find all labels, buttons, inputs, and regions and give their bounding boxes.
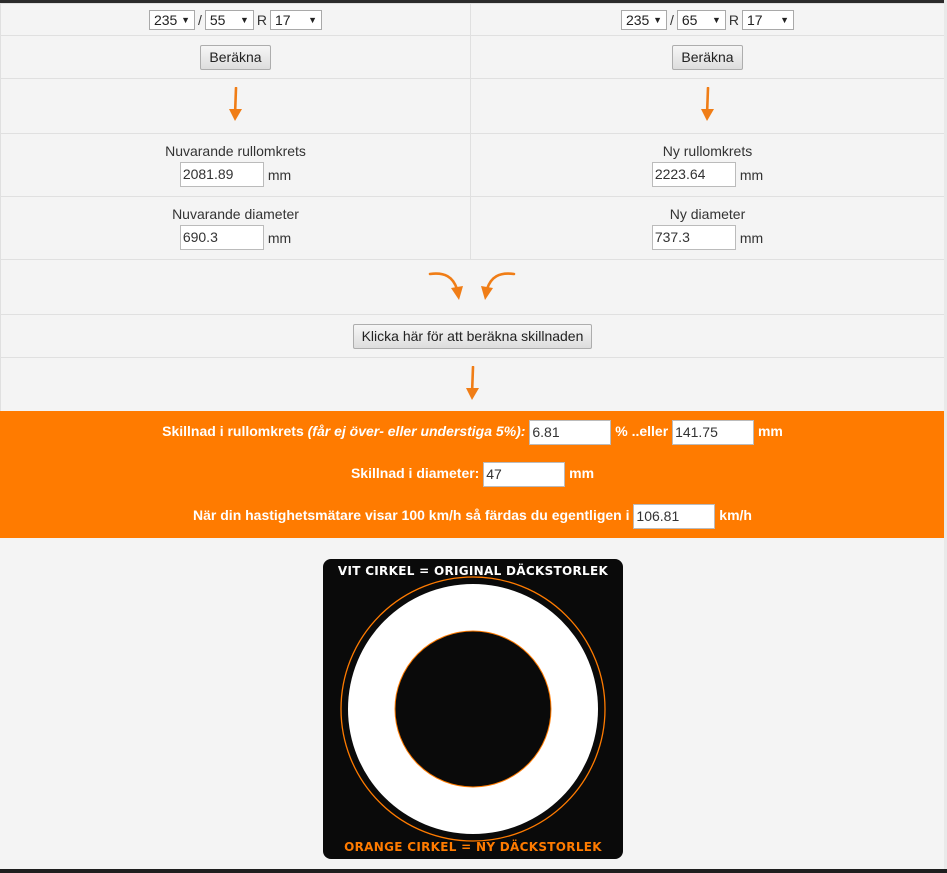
chevron-down-icon: ▼ (181, 14, 190, 25)
unit-label: mm (267, 229, 292, 246)
diff-button-cell: Klicka här för att beräkna skillnaden (0, 314, 945, 358)
diameter-diff-line: Skillnad i diameter: 47 mm (0, 462, 945, 487)
left-profile-select[interactable]: 55 ▼ (204, 9, 254, 30)
right-width-select[interactable]: 235 ▼ (620, 9, 667, 30)
calculate-difference-button[interactable]: Klicka här för att beräkna skillnaden (352, 323, 593, 349)
rim-prefix: R (256, 11, 267, 28)
mm-unit: mm (757, 423, 783, 440)
left-arrow-cell (0, 78, 471, 134)
tire-calculator-table: 235 ▼/55 ▼ R 17 ▼ 235 ▼/65 ▼ R 17 ▼ Beräkna Beräkn… (0, 3, 945, 413)
rim-prefix: R (728, 11, 739, 28)
chevron-down-icon: ▼ (711, 14, 721, 25)
new-circumference-label: Ny rullomkrets (662, 143, 753, 159)
unit-label: mm (739, 166, 764, 183)
mm-unit: mm (569, 465, 595, 482)
circumference-diff-line: Skillnad i rullomkrets (får ej över- ell… (0, 420, 945, 445)
chevron-down-icon: ▼ (308, 14, 317, 25)
circumference-diff-percent-field[interactable]: 6.81 (529, 420, 612, 445)
right-rim-select[interactable]: 17 ▼ (742, 9, 794, 30)
new-circumference-field[interactable]: 2223.64 (651, 162, 736, 187)
rim-circle (394, 630, 552, 788)
new-diameter-label: Ny diameter (669, 206, 746, 222)
actual-speed-field[interactable]: 106.81 (633, 504, 716, 529)
current-diameter-label: Nuvarande diameter (172, 206, 299, 222)
unit-label: mm (267, 166, 292, 183)
left-calc-cell: Beräkna (0, 35, 471, 79)
circumference-diff-note: (får ej över- eller understiga 5%): (307, 423, 526, 440)
arrow-down-icon (228, 86, 242, 121)
tire-circles (340, 576, 606, 842)
results-panel: Skillnad i rullomkrets (får ej över- ell… (0, 411, 945, 538)
right-profile-select[interactable]: 65 ▼ (676, 9, 726, 30)
diameter-diff-field[interactable]: 47 (483, 462, 566, 487)
left-circumference-cell: Nuvarande rullomkrets 2081.89 mm (0, 133, 471, 197)
current-circumference-label: Nuvarande rullomkrets (165, 143, 306, 159)
chevron-down-icon: ▼ (239, 14, 249, 25)
right-size-selectors: 235 ▼/65 ▼ R 17 ▼ (470, 3, 945, 36)
circumference-diff-label: Skillnad i rullomkrets (162, 423, 304, 440)
result-arrow-cell (0, 357, 945, 413)
new-diameter-field[interactable]: 737.3 (651, 225, 736, 250)
tire-size-illustration: VIT CIRKEL = ORIGINAL DÄCKSTORLEK ORANGE… (323, 559, 623, 859)
left-rim-select[interactable]: 17 ▼ (270, 9, 322, 30)
arrow-down-icon (700, 86, 714, 121)
left-width-select[interactable]: 235 ▼ (148, 9, 195, 30)
right-calculate-button[interactable]: Beräkna (672, 44, 743, 70)
bottom-frame-border (0, 869, 947, 873)
speed-unit: km/h (719, 507, 752, 524)
speed-line: När din hastighetsmätare visar 100 km/h … (0, 504, 945, 529)
speed-label: När din hastighetsmätare visar 100 km/h … (193, 507, 630, 524)
chevron-down-icon: ▼ (780, 14, 789, 25)
left-size-selectors: 235 ▼/55 ▼ R 17 ▼ (0, 3, 471, 36)
unit-label: mm (739, 229, 764, 246)
right-arrow-cell (470, 78, 945, 134)
left-calculate-button[interactable]: Beräkna (200, 44, 271, 70)
illustration-title-new: ORANGE CIRKEL = NY DÄCKSTORLEK (344, 840, 602, 854)
size-separator: / (197, 11, 202, 28)
left-diameter-cell: Nuvarande diameter 690.3 mm (0, 196, 471, 260)
right-circumference-cell: Ny rullomkrets 2223.64 mm (470, 133, 945, 197)
right-calc-cell: Beräkna (470, 35, 945, 79)
size-separator: / (669, 11, 674, 28)
current-diameter-field[interactable]: 690.3 (179, 225, 264, 250)
converging-arrows-icon (428, 271, 515, 300)
arrow-down-icon (465, 365, 479, 400)
diameter-diff-label: Skillnad i diameter: (350, 465, 480, 482)
circumference-diff-mm-field[interactable]: 141.75 (672, 420, 755, 445)
merge-arrows-cell (0, 259, 945, 315)
percent-or-label: % ..eller (615, 423, 669, 440)
right-diameter-cell: Ny diameter 737.3 mm (470, 196, 945, 260)
chevron-down-icon: ▼ (653, 14, 662, 25)
current-circumference-field[interactable]: 2081.89 (179, 162, 264, 187)
